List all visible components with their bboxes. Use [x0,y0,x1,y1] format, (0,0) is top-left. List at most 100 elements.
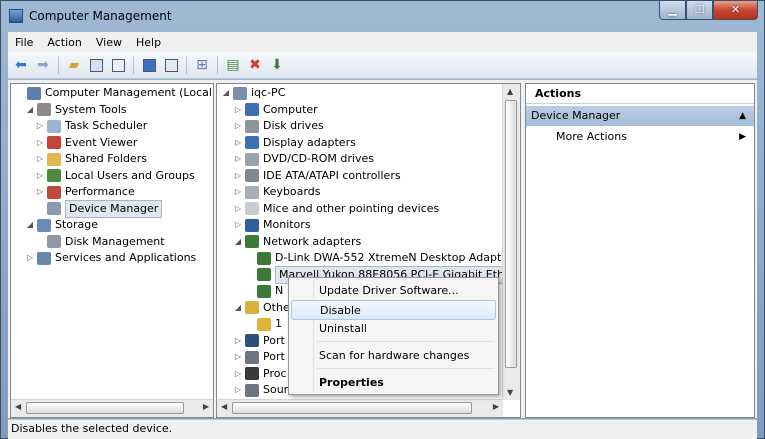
close-button[interactable]: ✕ [713,1,758,20]
left_tree-item[interactable]: ▷ Event Viewer [35,135,137,151]
collapsed-triangle-icon[interactable]: ▷ [233,333,243,349]
mouse-icon [245,202,259,215]
update-driver-icon[interactable]: ▤ [224,56,242,74]
collapsed-triangle-icon[interactable]: ▷ [35,168,45,184]
context-menu-item[interactable]: Properties [291,373,496,393]
collapsed-triangle-icon[interactable]: ▷ [233,118,243,134]
menu-view[interactable]: View [89,36,129,49]
back-icon[interactable]: ⬅ [12,56,30,74]
expanded-triangle-icon[interactable]: ◢ [221,85,231,101]
help-icon[interactable] [140,56,158,74]
expanded-triangle-icon[interactable]: ◢ [233,234,243,250]
center_tree-item[interactable]: ▷ IDE ATA/ATAPI controllers [233,168,401,184]
left_tree-item-label: Shared Folders [65,152,147,165]
center_tree-item[interactable]: ▷ Display adapters [233,135,356,151]
left_tree-item[interactable]: ▷ Services and Applications [25,250,196,266]
disable-device-icon[interactable]: ⬇ [268,56,286,74]
center_tree-item[interactable]: D-Link DWA-552 XtremeN Desktop Adapter [245,250,513,266]
menu-file[interactable]: File [8,36,40,49]
show-action-pane-icon[interactable] [162,56,180,74]
collapsed-triangle-icon[interactable]: ▷ [35,184,45,200]
left_tree-item[interactable]: ◢ Storage [25,217,98,233]
center_tree-item[interactable]: ◢ Othe [233,300,290,316]
minimize-button[interactable]: ▁ [659,1,686,20]
center_tree-item[interactable]: 1 [245,316,282,332]
more-actions-link[interactable]: More Actions [556,130,627,143]
left_tree-item[interactable]: ▷ Local Users and Groups [35,168,195,184]
collapsed-triangle-icon[interactable]: ▷ [35,151,45,167]
context-menu-item[interactable]: Update Driver Software... [291,281,496,301]
toolbar-separator [186,56,187,74]
warning-device-icon [257,317,271,331]
center_tree-item[interactable]: ▷ Port [233,349,285,365]
left_tree-item[interactable]: Disk Management [35,234,165,250]
center_tree-item[interactable]: ▷ Computer [233,102,318,118]
collapsed-triangle-icon[interactable]: ▷ [233,135,243,151]
menu-bar: File Action View Help [8,32,757,52]
center_tree-item-label: D-Link DWA-552 XtremeN Desktop Adapter [275,251,513,264]
scroll-up-icon[interactable]: ▲ [507,87,513,96]
show-hide-console-tree-icon[interactable] [87,56,105,74]
center_tree-item[interactable]: ◢ iqc-PC [221,85,285,101]
scroll-down-icon[interactable]: ▼ [507,388,513,397]
console-tree-horizontal-scrollbar[interactable]: ◀ ▶ [11,399,213,417]
expanded-triangle-icon[interactable]: ◢ [233,300,243,316]
collapsed-triangle-icon[interactable]: ▷ [233,151,243,167]
collapsed-triangle-icon[interactable]: ▷ [35,118,45,134]
center_tree-item[interactable]: ▷ Keyboards [233,184,320,200]
actions-section-label: Device Manager [531,109,621,122]
collapsed-triangle-icon[interactable]: ▷ [233,184,243,200]
center_tree-item[interactable]: ▷ Monitors [233,217,311,233]
title-bar[interactable]: Computer Management ▁ ☐ ✕ [1,1,764,31]
context-menu-item[interactable]: Uninstall [291,319,496,339]
up-folder-icon[interactable]: ▰ [65,56,83,74]
computer-management-window: Computer Management ▁ ☐ ✕ File Action Vi… [0,0,765,439]
left_tree-item[interactable]: ▷ Shared Folders [35,151,147,167]
collapsed-triangle-icon[interactable]: ▷ [233,217,243,233]
expanded-triangle-icon[interactable]: ◢ [25,217,35,233]
collapsed-triangle-icon[interactable]: ▷ [233,201,243,217]
collapsed-triangle-icon[interactable]: ▷ [233,382,243,398]
center_tree-item[interactable]: ▷ Mice and other pointing devices [233,201,439,217]
device-tree-horizontal-scrollbar[interactable]: ◀ ▶ [217,399,503,417]
left_tree-item[interactable]: ▷ Task Scheduler [35,118,147,134]
context-menu-item[interactable]: Scan for hardware changes [291,346,496,366]
center_tree-item[interactable]: ▷ Disk drives [233,118,324,134]
scrollbar-thumb[interactable] [26,402,184,414]
collapsed-triangle-icon[interactable]: ▷ [35,135,45,151]
expanded-triangle-icon[interactable]: ◢ [25,102,35,118]
collapsed-triangle-icon[interactable]: ▷ [233,366,243,382]
maximize-button[interactable]: ☐ [686,1,713,20]
center_tree-item[interactable]: ◢ Network adapters [233,234,361,250]
center_tree-item[interactable]: N [245,283,283,299]
left_tree-item[interactable]: ▷ Performance [35,184,135,200]
scroll-left-icon[interactable]: ◀ [15,402,21,411]
collapsed-triangle-icon[interactable]: ▷ [233,102,243,118]
left_tree-item[interactable]: Computer Management (Local [15,85,212,101]
context-menu-item[interactable]: Disable [291,300,496,320]
collapsed-triangle-icon[interactable]: ▷ [233,349,243,365]
left_tree-item[interactable]: ◢ System Tools [25,102,127,118]
scroll-right-icon[interactable]: ▶ [493,402,499,411]
left_tree-item[interactable]: Device Manager [35,199,163,218]
forward-icon[interactable]: ➡ [34,56,52,74]
disk-drive-icon [245,119,259,133]
scan-hardware-icon[interactable]: ⊞ [193,56,211,74]
properties-icon[interactable] [109,56,127,74]
center_tree-item[interactable]: ▷ Port [233,333,285,349]
menu-help[interactable]: Help [129,36,168,49]
center_tree-item[interactable]: ▷ DVD/CD-ROM drives [233,151,374,167]
menu-action[interactable]: Action [40,36,88,49]
scrollbar-thumb[interactable] [232,402,472,414]
actions-section-device-manager[interactable]: Device Manager ▲ [526,106,754,126]
center_tree-item[interactable]: ▷ Proc [233,366,287,382]
disk-icon [47,235,61,248]
scroll-right-icon[interactable]: ▶ [203,402,209,411]
scrollbar-thumb[interactable] [505,100,517,368]
device-tree-vertical-scrollbar[interactable]: ▲ ▼ [502,84,520,400]
scroll-left-icon[interactable]: ◀ [221,402,227,411]
uninstall-device-icon[interactable]: ✖ [246,56,264,74]
collapsed-triangle-icon[interactable]: ▷ [25,250,35,266]
collapsed-triangle-icon[interactable]: ▷ [233,168,243,184]
collapse-up-icon[interactable]: ▲ [739,106,746,126]
